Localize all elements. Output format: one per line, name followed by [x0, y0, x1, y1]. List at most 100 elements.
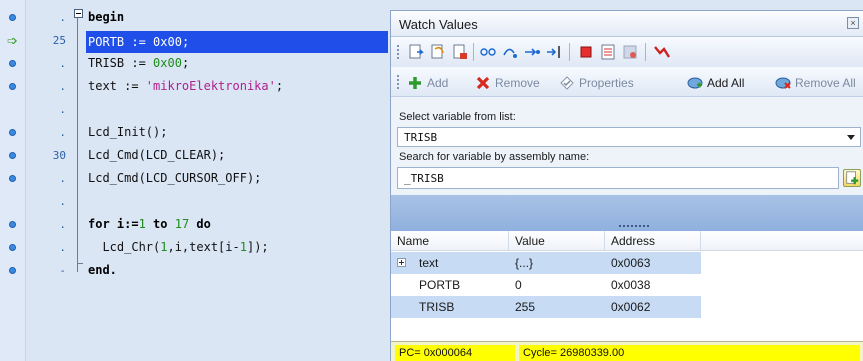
- breakpoint-dot-icon: [9, 244, 16, 251]
- code-line[interactable]: TRISB := 0x00;: [88, 52, 189, 75]
- step-icon[interactable]: [501, 43, 519, 61]
- line-number: 25: [52, 34, 66, 47]
- code-editor[interactable]: PORTB := 0x00; begin TRISB := 0x00; text :…: [74, 0, 390, 361]
- panel-splitter[interactable]: [391, 195, 863, 231]
- expand-icon[interactable]: [397, 258, 406, 267]
- code-token: 0x00: [153, 56, 182, 70]
- code-token: do: [189, 217, 211, 231]
- clear-breakpoints-icon[interactable]: [621, 43, 639, 61]
- breakpoint-marker[interactable]: [0, 8, 25, 31]
- table-row[interactable]: TRISB 255 0x0062: [391, 296, 863, 318]
- column-header-address[interactable]: Address: [605, 231, 701, 251]
- add-variable-icon[interactable]: [843, 169, 861, 187]
- jump-icon[interactable]: [523, 43, 541, 61]
- watch-values-panel: Watch Values × Add Remove Properties Add…: [390, 10, 863, 361]
- add-all-icon: [687, 77, 703, 89]
- code-line[interactable]: for i:=1 to 17 do: [88, 213, 211, 236]
- code-line[interactable]: Lcd_Cmd(LCD_CLEAR);: [88, 144, 225, 167]
- breakpoints-list-icon[interactable]: [599, 43, 617, 61]
- line-number-row: .: [26, 192, 74, 215]
- chevron-down-icon[interactable]: [847, 135, 855, 140]
- code-line[interactable]: PORTB := 0x00;: [88, 31, 189, 54]
- toolbar-grip[interactable]: [397, 75, 400, 89]
- table-row[interactable]: text {...} 0x0063: [391, 252, 863, 274]
- breakpoint-dot-icon: [9, 60, 16, 67]
- breakpoint-gutter[interactable]: ➩: [0, 0, 26, 361]
- code-line[interactable]: Lcd_Init();: [88, 121, 167, 144]
- fold-collapse-icon[interactable]: [74, 9, 83, 18]
- toggle-icon[interactable]: [653, 43, 671, 61]
- row-value[interactable]: {...}: [509, 252, 605, 274]
- add-label: Add: [427, 76, 449, 90]
- remove-all-icon: [775, 77, 791, 89]
- properties-button[interactable]: Properties: [559, 74, 634, 92]
- code-token: 17: [174, 217, 190, 231]
- remove-button[interactable]: Remove: [475, 74, 540, 92]
- breakpoint-marker[interactable]: [0, 169, 25, 192]
- breakpoint-marker[interactable]: ➩: [0, 31, 25, 54]
- toolbar-separator: [645, 43, 646, 61]
- code-line[interactable]: begin: [88, 6, 124, 29]
- code-token: 0x00: [153, 35, 182, 49]
- run-icon[interactable]: [479, 43, 497, 61]
- step-out-icon[interactable]: [451, 43, 469, 61]
- variable-select-dropdown[interactable]: TRISB: [397, 127, 861, 147]
- code-token: end.: [88, 263, 117, 277]
- step-into-icon[interactable]: [407, 43, 425, 61]
- row-name: TRISB: [419, 300, 455, 314]
- row-value[interactable]: 255: [509, 296, 605, 318]
- code-token: 1: [138, 217, 146, 231]
- code-token: ;: [275, 79, 284, 93]
- row-value[interactable]: 0: [509, 274, 605, 296]
- line-number-row: .: [26, 123, 74, 146]
- breakpoint-dot-icon: [9, 152, 16, 159]
- code-token: i:=: [109, 217, 139, 231]
- code-line[interactable]: end.: [88, 259, 117, 282]
- breakpoint-marker[interactable]: [0, 238, 25, 261]
- plus-icon: [409, 76, 421, 89]
- code-line[interactable]: Lcd_Cmd(LCD_CURSOR_OFF);: [88, 167, 261, 190]
- toolbar-grip[interactable]: [397, 45, 400, 59]
- breakpoint-marker[interactable]: [0, 261, 25, 284]
- remove-all-label: Remove All: [795, 76, 856, 90]
- line-number-row: 25: [26, 31, 74, 54]
- code-line[interactable]: text := 'mikroElektronika';: [88, 75, 283, 98]
- watch-variables-grid: Name Value Address text {...} 0x0063 POR…: [391, 231, 863, 341]
- close-icon[interactable]: ×: [847, 17, 859, 29]
- remove-all-button[interactable]: Remove All: [775, 74, 856, 92]
- breakpoint-marker[interactable]: [0, 215, 25, 238]
- code-token: text :=: [88, 79, 146, 93]
- run-to-cursor-icon[interactable]: [545, 43, 563, 61]
- breakpoint-marker[interactable]: [0, 192, 25, 215]
- column-header-value[interactable]: Value: [509, 231, 605, 251]
- table-row[interactable]: PORTB 0 0x0038: [391, 274, 863, 296]
- breakpoint-marker[interactable]: [0, 100, 25, 123]
- add-all-label: Add All: [707, 76, 745, 90]
- row-address: 0x0062: [605, 296, 701, 318]
- line-number: .: [59, 241, 66, 254]
- column-header-name[interactable]: Name: [391, 231, 509, 251]
- breakpoint-marker[interactable]: [0, 146, 25, 169]
- assembly-name-search-input[interactable]: _TRISB: [397, 167, 839, 189]
- breakpoint-dot-icon: [9, 221, 16, 228]
- row-address: 0x0038: [611, 278, 651, 292]
- breakpoint-marker[interactable]: [0, 123, 25, 146]
- add-all-button[interactable]: Add All: [687, 74, 744, 92]
- code-token: 'mikroElektronika': [145, 79, 276, 93]
- breakpoint-dot-icon: [9, 267, 16, 274]
- breakpoint-marker[interactable]: [0, 77, 25, 100]
- step-over-icon[interactable]: [429, 43, 447, 61]
- code-line[interactable]: Lcd_Chr(1,i,text[i-1]);: [88, 236, 268, 259]
- breakpoint-icon[interactable]: [577, 43, 595, 61]
- add-button[interactable]: Add: [407, 74, 448, 92]
- watch-variable-toolbar: Add Remove Properties Add All Remove All: [391, 67, 863, 97]
- breakpoint-marker[interactable]: [0, 54, 25, 77]
- variable-select-value: TRISB: [404, 131, 438, 144]
- splitter-grip[interactable]: [619, 225, 649, 228]
- program-counter: PC= 0x000064: [395, 345, 515, 361]
- toolbar-separator: [473, 43, 474, 61]
- breakpoint-dot-icon: [9, 83, 16, 90]
- properties-icon: [560, 76, 574, 90]
- remove-icon: [476, 76, 490, 89]
- code-token: 1: [239, 240, 247, 254]
